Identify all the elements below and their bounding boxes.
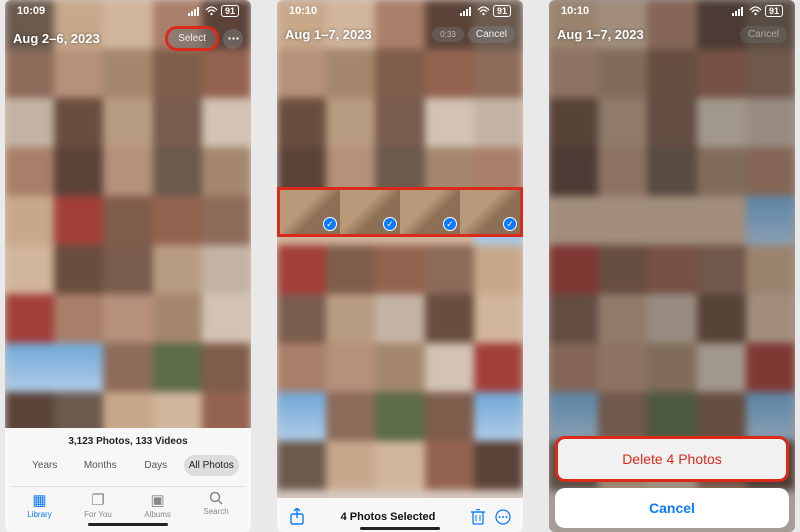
video-duration-badge: 0:33 [432,27,464,42]
library-bottom-panel: 3,123 Photos, 133 Videos Years Months Da… [5,428,251,532]
status-bar: 10:10 91 [277,0,523,22]
trash-button[interactable] [471,509,485,525]
wifi-icon [749,6,762,16]
segment-all-photos[interactable]: All Photos [184,455,240,476]
date-range: Aug 1–7, 2023 [285,27,372,42]
selection-count: 4 Photos Selected [341,511,436,523]
home-indicator[interactable] [88,523,168,526]
status-bar: 10:09 91 [5,0,251,22]
signal-icon [188,6,202,16]
library-header: Aug 2–6, 2023 Select [5,26,251,51]
foryou-icon: ❐ [91,491,104,509]
wifi-icon [205,6,218,16]
photo-grid[interactable] [277,0,523,532]
segment-months[interactable]: Months [73,455,129,476]
cancel-button[interactable]: Cancel [468,26,515,43]
battery-indicator: 91 [221,5,239,17]
delete-photos-button[interactable]: Delete 4 Photos [558,439,786,479]
action-sheet-cancel-button[interactable]: Cancel [555,488,789,528]
select-header: Aug 1–7, 2023 Cancel [549,26,795,43]
share-button[interactable] [289,508,305,526]
search-icon [209,491,224,506]
photos-delete-sheet-screen: 10:10 91 Aug 1–7, 2023 Cancel Delete 4 P… [549,0,795,532]
date-range: Aug 2–6, 2023 [13,31,100,46]
library-icon: ▦ [32,491,46,509]
checkmark-icon: ✓ [443,217,457,231]
time-segment-control: Years Months Days All Photos [17,455,239,476]
status-time: 10:10 [561,5,589,17]
status-time: 10:09 [17,5,45,17]
selection-toolbar: 4 Photos Selected [277,498,523,532]
status-time: 10:10 [289,5,317,17]
selected-photo[interactable]: ✓ [460,190,520,234]
select-header: Aug 1–7, 2023 0:33 Cancel [277,26,523,43]
checkmark-icon: ✓ [323,217,337,231]
status-bar: 10:10 91 [549,0,795,22]
selected-photo[interactable]: ✓ [340,190,400,234]
battery-indicator: 91 [765,5,783,17]
library-count: 3,123 Photos, 133 Videos [11,436,245,447]
photos-select-screen: 10:10 91 Aug 1–7, 2023 0:33 Cancel ✓ ✓ ✓… [277,0,523,532]
date-range: Aug 1–7, 2023 [557,27,644,42]
selected-photo[interactable]: ✓ [400,190,460,234]
tab-bar: ▦ Library ❐ For You ▣ Albums Search [11,486,245,519]
selected-photos-row: ✓ ✓ ✓ ✓ [277,187,523,237]
albums-icon: ▣ [150,491,164,509]
tab-search[interactable]: Search [203,491,228,519]
checkmark-icon: ✓ [503,217,517,231]
segment-years[interactable]: Years [17,455,73,476]
tab-library[interactable]: ▦ Library [27,491,51,519]
wifi-icon [477,6,490,16]
segment-days[interactable]: Days [128,455,184,476]
cancel-button-disabled: Cancel [740,26,787,43]
tab-foryou[interactable]: ❐ For You [84,491,112,519]
more-button[interactable] [495,509,511,525]
checkmark-icon: ✓ [383,217,397,231]
selected-photo[interactable]: ✓ [280,190,340,234]
select-button[interactable]: Select [165,26,219,51]
signal-icon [460,6,474,16]
more-button[interactable] [223,29,243,49]
action-sheet: Delete 4 Photos Cancel [555,436,789,528]
battery-indicator: 91 [493,5,511,17]
tab-albums[interactable]: ▣ Albums [144,491,171,519]
photos-library-screen: 10:09 91 Aug 2–6, 2023 Select 3,123 Phot… [5,0,251,532]
home-indicator[interactable] [360,527,440,530]
signal-icon [732,6,746,16]
